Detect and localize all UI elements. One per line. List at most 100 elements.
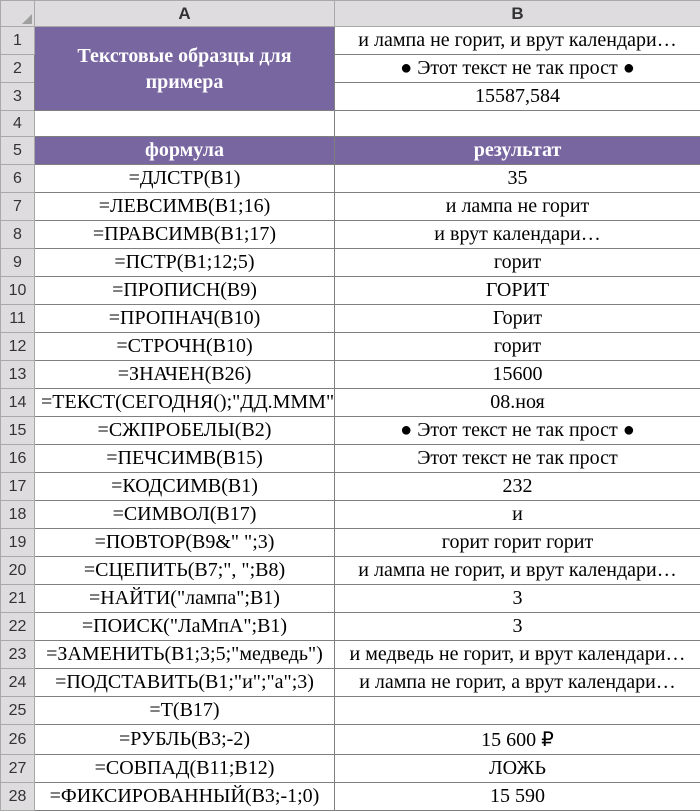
- cell-B13[interactable]: 15600: [335, 361, 700, 389]
- row-20: 20=СЦЕПИТЬ(B7;", ";B8)и лампа не горит, …: [1, 557, 700, 585]
- cell-A24[interactable]: =ПОДСТАВИТЬ(B1;"и";"а";3): [35, 669, 335, 697]
- row-header-7[interactable]: 7: [1, 193, 35, 221]
- cell-A8[interactable]: =ПРАВСИМВ(B1;17): [35, 221, 335, 249]
- row-25: 25=Т(B17): [1, 697, 700, 725]
- cell-A1-A3[interactable]: Текстовые образцы для примера: [35, 27, 335, 111]
- row-18: 18=СИМВОЛ(B17)и: [1, 501, 700, 529]
- cell-B25[interactable]: [335, 697, 700, 725]
- row-header-1[interactable]: 1: [1, 27, 35, 55]
- cell-A23[interactable]: =ЗАМЕНИТЬ(B1;3;5;"медведь"): [35, 641, 335, 669]
- row-header-9[interactable]: 9: [1, 249, 35, 277]
- cell-A26[interactable]: =РУБЛЬ(B3;-2): [35, 725, 335, 755]
- select-all-corner[interactable]: [1, 1, 35, 27]
- cell-B27[interactable]: ЛОЖЬ: [335, 755, 700, 783]
- row-header-4[interactable]: 4: [1, 111, 35, 137]
- cell-B10[interactable]: ГОРИТ: [335, 277, 700, 305]
- cell-B3[interactable]: 15587,584: [335, 83, 700, 111]
- cell-B21[interactable]: 3: [335, 585, 700, 613]
- cell-A12[interactable]: =СТРОЧН(B10): [35, 333, 335, 361]
- cell-B17[interactable]: 232: [335, 473, 700, 501]
- row-22: 22=ПОИСК("ЛаМпА";B1)3: [1, 613, 700, 641]
- row-header-13[interactable]: 13: [1, 361, 35, 389]
- row-header-8[interactable]: 8: [1, 221, 35, 249]
- cell-B11[interactable]: Горит: [335, 305, 700, 333]
- row-23: 23=ЗАМЕНИТЬ(B1;3;5;"медведь")и медведь н…: [1, 641, 700, 669]
- cell-B2[interactable]: ● Этот текст не так прост ●: [335, 55, 700, 83]
- row-header-26[interactable]: 26: [1, 725, 35, 755]
- row-header-3[interactable]: 3: [1, 83, 35, 111]
- row-header-19[interactable]: 19: [1, 529, 35, 557]
- row-27: 27=СОВПАД(B11;B12)ЛОЖЬ: [1, 755, 700, 783]
- row-header-16[interactable]: 16: [1, 445, 35, 473]
- row-header-5[interactable]: 5: [1, 137, 35, 165]
- row-header-15[interactable]: 15: [1, 417, 35, 445]
- row-header-17[interactable]: 17: [1, 473, 35, 501]
- row-header-25[interactable]: 25: [1, 697, 35, 725]
- cell-B5[interactable]: результат: [335, 137, 700, 165]
- col-header-A[interactable]: A: [35, 1, 335, 27]
- row-header-2[interactable]: 2: [1, 55, 35, 83]
- cell-B23[interactable]: и медведь не горит, и врут календари…: [335, 641, 700, 669]
- row-header-6[interactable]: 6: [1, 165, 35, 193]
- row-header-11[interactable]: 11: [1, 305, 35, 333]
- row-6: 6=ДЛСТР(B1)35: [1, 165, 700, 193]
- row-24: 24=ПОДСТАВИТЬ(B1;"и";"а";3)и лампа не го…: [1, 669, 700, 697]
- cell-B9[interactable]: горит: [335, 249, 700, 277]
- cell-A22[interactable]: =ПОИСК("ЛаМпА";B1): [35, 613, 335, 641]
- cell-B26[interactable]: 15 600 ₽: [335, 725, 700, 755]
- row-header-14[interactable]: 14: [1, 389, 35, 417]
- grid[interactable]: A B 1 Текстовые образцы для примера и ла…: [0, 0, 700, 811]
- cell-B18[interactable]: и: [335, 501, 700, 529]
- row-28: 28=ФИКСИРОВАННЫЙ(B3;-1;0)15 590: [1, 783, 700, 811]
- cell-A17[interactable]: =КОДСИМВ(B1): [35, 473, 335, 501]
- cell-B12[interactable]: горит: [335, 333, 700, 361]
- cell-A13[interactable]: =ЗНАЧЕН(B26): [35, 361, 335, 389]
- cell-A21[interactable]: =НАЙТИ("лампа";B1): [35, 585, 335, 613]
- cell-B6[interactable]: 35: [335, 165, 700, 193]
- cell-A27[interactable]: =СОВПАД(B11;B12): [35, 755, 335, 783]
- col-header-B[interactable]: B: [335, 1, 700, 27]
- row-header-23[interactable]: 23: [1, 641, 35, 669]
- cell-A18[interactable]: =СИМВОЛ(B17): [35, 501, 335, 529]
- column-header-row: A B: [1, 1, 700, 27]
- cell-B8[interactable]: и врут календари…: [335, 221, 700, 249]
- row-header-20[interactable]: 20: [1, 557, 35, 585]
- cell-A9[interactable]: =ПСТР(B1;12;5): [35, 249, 335, 277]
- cell-A20[interactable]: =СЦЕПИТЬ(B7;", ";B8): [35, 557, 335, 585]
- cell-B15[interactable]: ● Этот текст не так прост ●: [335, 417, 700, 445]
- cell-B20[interactable]: и лампа не горит, и врут календари…: [335, 557, 700, 585]
- cell-A6[interactable]: =ДЛСТР(B1): [35, 165, 335, 193]
- cell-B7[interactable]: и лампа не горит: [335, 193, 700, 221]
- cell-B16[interactable]: Этот текст не так прост: [335, 445, 700, 473]
- cell-A14[interactable]: =ТЕКСТ(СЕГОДНЯ();"ДД.МММ"): [35, 389, 335, 417]
- cell-A25[interactable]: =Т(B17): [35, 697, 335, 725]
- row-header-22[interactable]: 22: [1, 613, 35, 641]
- cell-A5[interactable]: формула: [35, 137, 335, 165]
- cell-A10[interactable]: =ПРОПИСН(B9): [35, 277, 335, 305]
- row-header-27[interactable]: 27: [1, 755, 35, 783]
- cell-B4[interactable]: [335, 111, 700, 137]
- cell-A11[interactable]: =ПРОПНАЧ(B10): [35, 305, 335, 333]
- cell-A19[interactable]: =ПОВТОР(B9&" ";3): [35, 529, 335, 557]
- row-8: 8=ПРАВСИМВ(B1;17)и врут календари…: [1, 221, 700, 249]
- row-4: 4: [1, 111, 700, 137]
- cell-A4[interactable]: [35, 111, 335, 137]
- cell-A7[interactable]: =ЛЕВСИМВ(B1;16): [35, 193, 335, 221]
- row-header-28[interactable]: 28: [1, 783, 35, 811]
- cell-A15[interactable]: =СЖПРОБЕЛЫ(B2): [35, 417, 335, 445]
- cell-B28[interactable]: 15 590: [335, 783, 700, 811]
- row-header-21[interactable]: 21: [1, 585, 35, 613]
- cell-A28[interactable]: =ФИКСИРОВАННЫЙ(B3;-1;0): [35, 783, 335, 811]
- row-header-18[interactable]: 18: [1, 501, 35, 529]
- cell-B19[interactable]: горит горит горит: [335, 529, 700, 557]
- cell-B14[interactable]: 08.ноя: [335, 389, 700, 417]
- row-header-12[interactable]: 12: [1, 333, 35, 361]
- row-13: 13=ЗНАЧЕН(B26)15600: [1, 361, 700, 389]
- cell-A16[interactable]: =ПЕЧСИМВ(B15): [35, 445, 335, 473]
- row-header-10[interactable]: 10: [1, 277, 35, 305]
- row-9: 9=ПСТР(B1;12;5)горит: [1, 249, 700, 277]
- cell-B24[interactable]: и лампа не горит, а врут календари…: [335, 669, 700, 697]
- cell-B22[interactable]: 3: [335, 613, 700, 641]
- row-header-24[interactable]: 24: [1, 669, 35, 697]
- cell-B1[interactable]: и лампа не горит, и врут календари…: [335, 27, 700, 55]
